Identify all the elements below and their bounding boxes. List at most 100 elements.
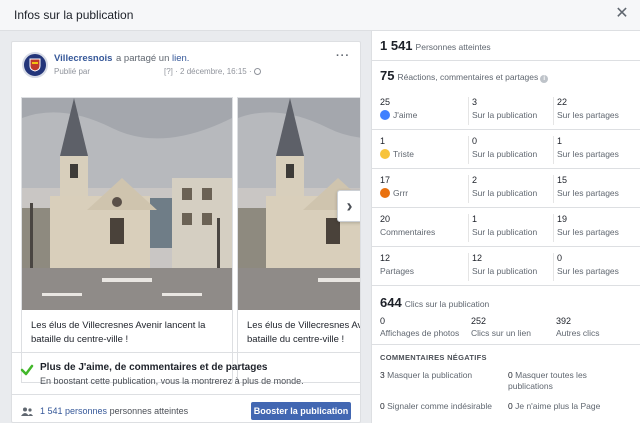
shared-text: a partagé un lien. — [116, 53, 189, 64]
on-shares-cell: 0 Sur les partages — [553, 253, 637, 281]
comments-row: 20 Commentaires 1 Sur la publication 19 Sur… — [372, 208, 640, 247]
reaction-cell: 25 J'aime — [380, 97, 464, 125]
checkmark-icon — [20, 364, 34, 376]
church-photo — [22, 98, 232, 310]
on-shares-count: 1 — [557, 136, 563, 146]
shares-cell: 12 Partages — [380, 253, 464, 281]
reactions-section: 75 Réactions, commentaires et partages i — [372, 61, 640, 91]
hide-all-count: 0 — [508, 370, 513, 380]
post-preview-pane: Villecresnois a partagé un lien. Publié … — [0, 31, 371, 423]
card-caption[interactable]: Les élus de Villecresnes Avenir lancent … — [31, 319, 223, 347]
click-breakdown: 0 Affichages de photos — [380, 316, 459, 338]
angry-label: Grrr — [393, 188, 409, 198]
on-shares-label: Sur les partages — [557, 110, 619, 120]
boost-title: Plus de J'aime, de commentaires et de pa… — [40, 362, 268, 373]
on-post-label: Sur la publication — [472, 227, 538, 237]
negative-item: 3 Masquer la publication — [380, 370, 502, 381]
on-post-count: 0 — [472, 136, 478, 146]
comments-count: 20 — [380, 214, 391, 224]
like-label: J'aime — [393, 110, 418, 120]
clicks-label: Clics sur la publication — [404, 299, 490, 309]
on-shares-count: 22 — [557, 97, 568, 107]
comments-cell: 20 Commentaires — [380, 214, 464, 242]
on-shares-cell: 1 Sur les partages — [553, 136, 637, 164]
reach-stat-label: Personnes atteintes — [415, 42, 491, 52]
spam-label: Signaler comme indésirable — [387, 401, 492, 411]
angry-icon — [380, 188, 390, 198]
other-clicks-label: Autres clics — [556, 328, 600, 338]
reaction-row-like: 25 J'aime 3 Sur la publication 22 Sur les p… — [372, 91, 640, 130]
reach-value: 1 541 — [380, 38, 413, 53]
bracket-label: [?] — [164, 67, 173, 76]
other-clicks-count: 392 — [556, 316, 572, 326]
hide-post-label: Masquer la publication — [387, 370, 473, 380]
reaction-row-sad: 1 Triste 0 Sur la publication 1 Sur les par… — [372, 130, 640, 169]
on-post-label: Sur la publication — [472, 110, 538, 120]
more-options-icon[interactable]: ··· — [336, 50, 350, 62]
on-post-label: Sur la publication — [472, 149, 538, 159]
globe-icon — [253, 68, 261, 75]
on-post-label: Sur la publication — [472, 188, 538, 198]
carousel-card[interactable]: Les élus de Villecresnes Avenir lancent … — [21, 97, 233, 383]
on-shares-cell: 22 Sur les partages — [553, 97, 637, 125]
reaction-cell: 17 Grrr — [380, 175, 464, 203]
sad-label: Triste — [393, 149, 414, 159]
reaction-cell: 1 Triste — [380, 136, 464, 164]
photo-views-count: 0 — [380, 316, 386, 326]
sad-count: 1 — [380, 136, 386, 146]
unlike-count: 0 — [508, 401, 513, 411]
on-shares-cell: 19 Sur les partages — [553, 214, 637, 242]
people-icon — [21, 407, 33, 416]
divider — [12, 352, 360, 353]
reach-stat: 1 541 Personnes atteintes — [380, 38, 491, 53]
hide-post-count: 3 — [380, 370, 385, 380]
on-post-count: 2 — [472, 175, 478, 185]
page-name-link[interactable]: Villecresnois — [54, 53, 112, 64]
click-breakdown: 252 Clics sur un lien — [471, 316, 531, 338]
on-post-cell: 2 Sur la publication — [468, 175, 550, 203]
sad-icon — [380, 149, 390, 159]
on-post-count: 3 — [472, 97, 478, 107]
carousel-card[interactable]: Les élus de Villecresnes Avenir lancent … — [237, 97, 360, 383]
shared-link[interactable]: lien. — [172, 53, 189, 64]
negative-item: 0 Signaler comme indésirable — [380, 401, 502, 412]
reaction-row-angry: 17 Grrr 2 Sur la publication 15 Sur les par… — [372, 169, 640, 208]
boost-post-button[interactable]: Booster la publication — [251, 402, 351, 420]
dialog-header: Infos sur la publication ✕ — [0, 0, 640, 31]
reactions-value: 75 — [380, 68, 395, 83]
on-shares-label: Sur les partages — [557, 266, 619, 276]
link-carousel: Les élus de Villecresnes Avenir lancent … — [21, 97, 360, 384]
carousel-next-button[interactable]: › — [337, 190, 360, 222]
like-count: 25 — [380, 97, 391, 107]
coat-of-arms-icon — [29, 58, 41, 72]
angry-count: 17 — [380, 175, 391, 185]
card-caption[interactable]: Les élus de Villecresnes Avenir lancent … — [247, 319, 360, 347]
on-shares-count: 19 — [557, 214, 568, 224]
on-post-cell: 12 Sur la publication — [468, 253, 550, 281]
boost-subtitle: En boostant cette publication, vous la m… — [40, 376, 304, 386]
negative-item: 0 Je n'aime plus la Page — [508, 401, 630, 412]
link-clicks-count: 252 — [471, 316, 487, 326]
reach-summary: 1 541 personnes personnes atteintes — [40, 406, 188, 416]
divider — [12, 394, 360, 395]
comments-label: Commentaires — [380, 227, 436, 237]
shared-prefix: a partagé un — [116, 53, 170, 64]
spam-count: 0 — [380, 401, 385, 411]
close-icon[interactable]: ✕ — [614, 6, 630, 22]
on-post-cell: 0 Sur la publication — [468, 136, 550, 164]
post-date[interactable]: [?] · 2 décembre, 16:15 · — [164, 67, 261, 76]
unlike-label: Je n'aime plus la Page — [515, 401, 601, 411]
link-clicks-label: Clics sur un lien — [471, 328, 531, 338]
on-shares-label: Sur les partages — [557, 227, 619, 237]
reach-count-link[interactable]: 1 541 personnes — [40, 406, 107, 416]
shares-label: Partages — [380, 266, 415, 276]
dialog-title: Infos sur la publication — [14, 8, 134, 22]
page-avatar[interactable] — [22, 52, 48, 78]
on-shares-label: Sur les partages — [557, 188, 619, 198]
on-post-count: 12 — [472, 253, 483, 263]
shares-count: 12 — [380, 253, 391, 263]
on-post-cell: 3 Sur la publication — [468, 97, 550, 125]
info-icon[interactable]: i — [540, 75, 549, 83]
reactions-stat: 75 Réactions, commentaires et partages i — [380, 68, 549, 83]
reach-label: personnes atteintes — [109, 406, 189, 416]
